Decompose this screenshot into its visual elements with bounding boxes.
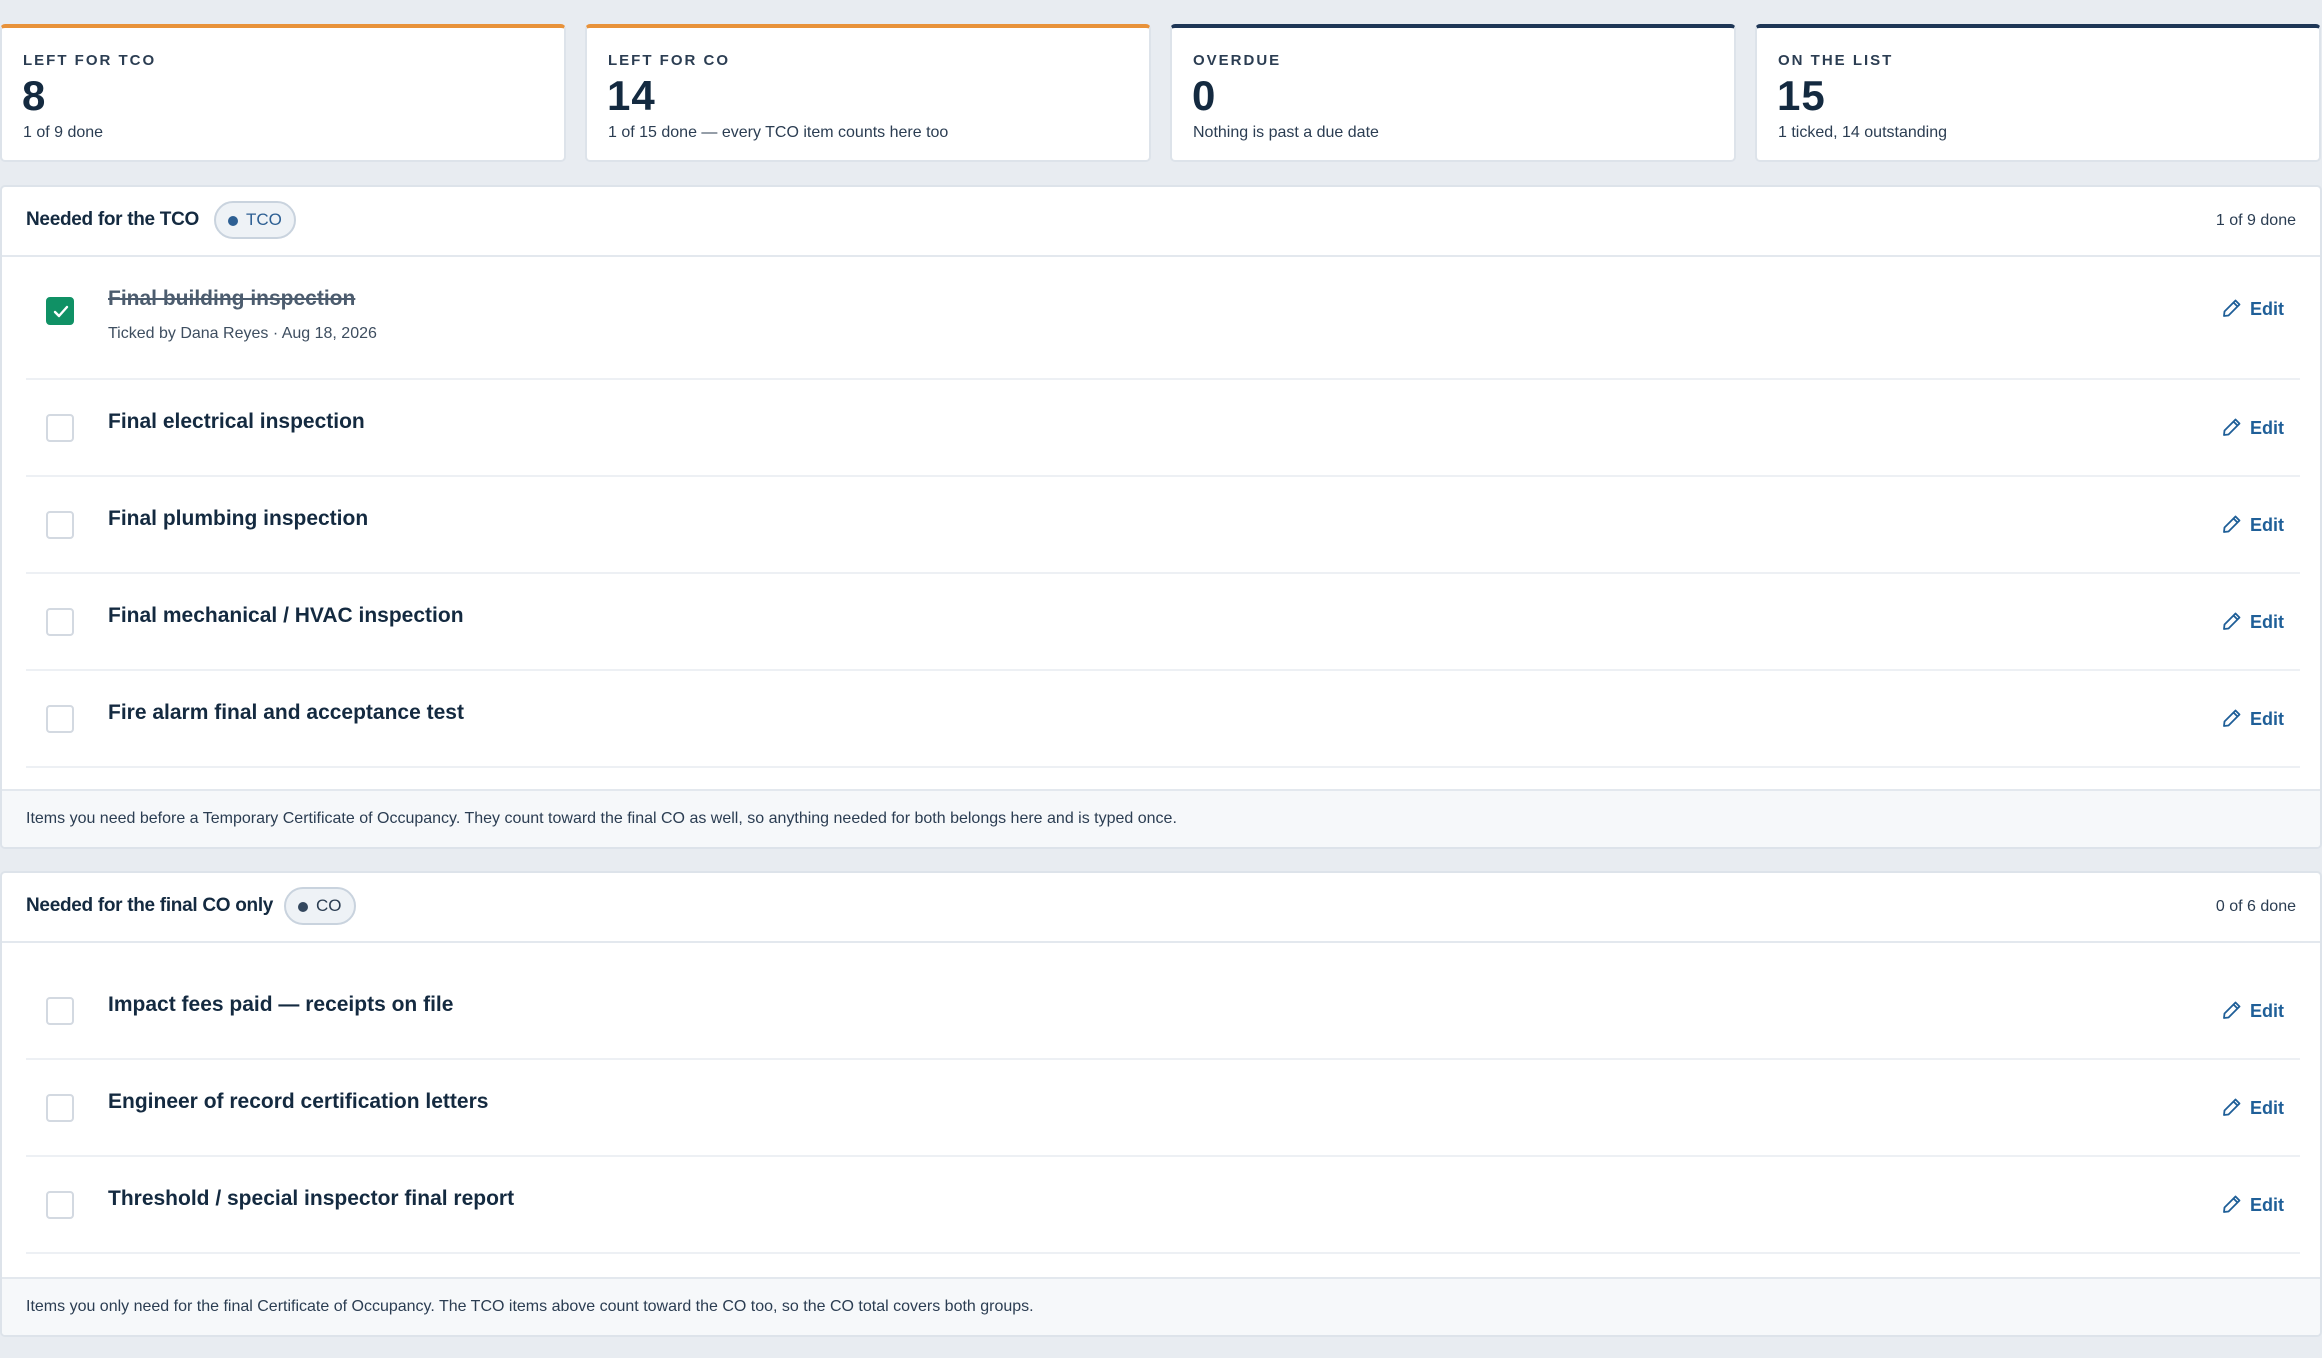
edit-label: Edit bbox=[2250, 418, 2284, 438]
pencil-icon bbox=[2223, 418, 2241, 436]
edit-label: Edit bbox=[2250, 1195, 2284, 1215]
stat-label: OVERDUE bbox=[1193, 52, 1282, 69]
tco-checklist-panel: Needed for the TCO TCO 1 of 9 done Final… bbox=[0, 185, 2322, 849]
item-title: Fire alarm final and acceptance test bbox=[108, 701, 464, 724]
pencil-icon bbox=[2223, 1098, 2241, 1116]
panel-title: Needed for the TCO bbox=[26, 209, 200, 230]
summary-stats: LEFT FOR TCO 8 1 of 9 done LEFT FOR CO 1… bbox=[0, 24, 2322, 162]
item-title: Threshold / special inspector final repo… bbox=[108, 1187, 515, 1210]
item-title: Final plumbing inspection bbox=[108, 507, 369, 530]
stat-label: LEFT FOR CO bbox=[608, 52, 730, 69]
item-checkbox[interactable] bbox=[46, 1191, 74, 1219]
stat-card-overdue: OVERDUE 0 Nothing is past a due date bbox=[1170, 24, 1736, 162]
edit-button[interactable]: Edit bbox=[2222, 1193, 2284, 1217]
item-title: Impact fees paid — receipts on file bbox=[108, 993, 454, 1016]
checklist-item: Engineer of record certification letters… bbox=[26, 1060, 2300, 1157]
edit-label: Edit bbox=[2250, 299, 2284, 319]
checklist-item: Final building inspection Ticked by Dana… bbox=[26, 257, 2300, 380]
stat-value: 14 bbox=[607, 72, 656, 119]
stat-subtext: Nothing is past a due date bbox=[1193, 124, 1379, 141]
item-checkbox[interactable] bbox=[46, 414, 74, 442]
dot-icon bbox=[298, 902, 308, 912]
panel-footnote: Items you need before a Temporary Certif… bbox=[2, 789, 2320, 847]
stat-value: 8 bbox=[22, 72, 47, 119]
edit-button[interactable]: Edit bbox=[2222, 513, 2284, 537]
edit-label: Edit bbox=[2250, 1001, 2284, 1021]
footnote-text: Items you need before a Temporary Certif… bbox=[26, 810, 1177, 827]
pencil-icon bbox=[2223, 709, 2241, 727]
panel-progress: 0 of 6 done bbox=[2215, 898, 2296, 915]
item-checkbox[interactable] bbox=[46, 511, 74, 539]
item-checkbox[interactable] bbox=[46, 705, 74, 733]
stat-card-left-for-tco: LEFT FOR TCO 8 1 of 9 done bbox=[0, 24, 566, 162]
item-title: Final electrical inspection bbox=[108, 410, 365, 433]
panel-progress: 1 of 9 done bbox=[2215, 212, 2296, 229]
panel-title: Needed for the final CO only bbox=[26, 895, 274, 916]
stat-card-on-the-list: ON THE LIST 15 1 ticked, 14 outstanding bbox=[1755, 24, 2321, 162]
stat-card-left-for-co: LEFT FOR CO 14 1 of 15 done — every TCO … bbox=[585, 24, 1151, 162]
badge-label: CO bbox=[316, 896, 342, 915]
edit-label: Edit bbox=[2250, 515, 2284, 535]
footnote-text: Items you only need for the final Certif… bbox=[26, 1298, 1034, 1315]
edit-button[interactable]: Edit bbox=[2222, 610, 2284, 634]
stat-value: 15 bbox=[1777, 72, 1826, 119]
item-title: Engineer of record certification letters bbox=[108, 1090, 489, 1113]
item-checkbox[interactable] bbox=[46, 608, 74, 636]
checklist-item: Final plumbing inspection Edit bbox=[26, 477, 2300, 574]
badge-label: TCO bbox=[246, 210, 282, 229]
checklist-items: Final building inspection Ticked by Dana… bbox=[2, 257, 2320, 768]
panel-header: Needed for the final CO only CO 0 of 6 d… bbox=[2, 873, 2320, 943]
item-checkbox[interactable] bbox=[46, 997, 74, 1025]
pencil-icon bbox=[2223, 612, 2241, 630]
stat-label: ON THE LIST bbox=[1778, 52, 1894, 69]
stat-subtext: 1 of 9 done bbox=[23, 124, 104, 141]
item-checkbox[interactable] bbox=[46, 1094, 74, 1122]
edit-button[interactable]: Edit bbox=[2222, 999, 2284, 1023]
tco-badge: TCO bbox=[214, 201, 296, 239]
edit-label: Edit bbox=[2250, 1098, 2284, 1118]
pencil-icon bbox=[2223, 299, 2241, 317]
item-checkbox[interactable] bbox=[46, 297, 74, 325]
dot-icon bbox=[228, 216, 238, 226]
co-badge: CO bbox=[284, 887, 356, 925]
item-title: Final mechanical / HVAC inspection bbox=[108, 604, 464, 627]
pencil-icon bbox=[2223, 515, 2241, 533]
pencil-icon bbox=[2223, 1001, 2241, 1019]
edit-button[interactable]: Edit bbox=[2222, 297, 2284, 321]
stat-subtext: 1 of 15 done — every TCO item counts her… bbox=[608, 124, 949, 141]
checklist-item: Final mechanical / HVAC inspection Edit bbox=[26, 574, 2300, 671]
checklist-item: Fire alarm final and acceptance test Edi… bbox=[26, 671, 2300, 768]
stat-subtext: 1 ticked, 14 outstanding bbox=[1778, 124, 1948, 141]
edit-label: Edit bbox=[2250, 612, 2284, 632]
edit-label: Edit bbox=[2250, 709, 2284, 729]
panel-header: Needed for the TCO TCO 1 of 9 done bbox=[2, 187, 2320, 257]
item-ticked-meta: Ticked by Dana Reyes · Aug 18, 2026 bbox=[108, 325, 377, 342]
stat-value: 0 bbox=[1192, 72, 1217, 119]
checkmark-icon bbox=[53, 305, 69, 318]
edit-button[interactable]: Edit bbox=[2222, 416, 2284, 440]
checklist-item: Final electrical inspection Edit bbox=[26, 380, 2300, 477]
stat-label: LEFT FOR TCO bbox=[23, 52, 157, 69]
co-checklist-panel: Needed for the final CO only CO 0 of 6 d… bbox=[0, 871, 2322, 1337]
checklist-item: Threshold / special inspector final repo… bbox=[26, 1157, 2300, 1254]
checklist-items: Impact fees paid — receipts on file Edit… bbox=[2, 943, 2320, 1254]
edit-button[interactable]: Edit bbox=[2222, 707, 2284, 731]
checklist-item: Impact fees paid — receipts on file Edit bbox=[26, 943, 2300, 1060]
edit-button[interactable]: Edit bbox=[2222, 1096, 2284, 1120]
pencil-icon bbox=[2223, 1195, 2241, 1213]
panel-footnote: Items you only need for the final Certif… bbox=[2, 1277, 2320, 1335]
item-title: Final building inspection bbox=[108, 287, 356, 310]
